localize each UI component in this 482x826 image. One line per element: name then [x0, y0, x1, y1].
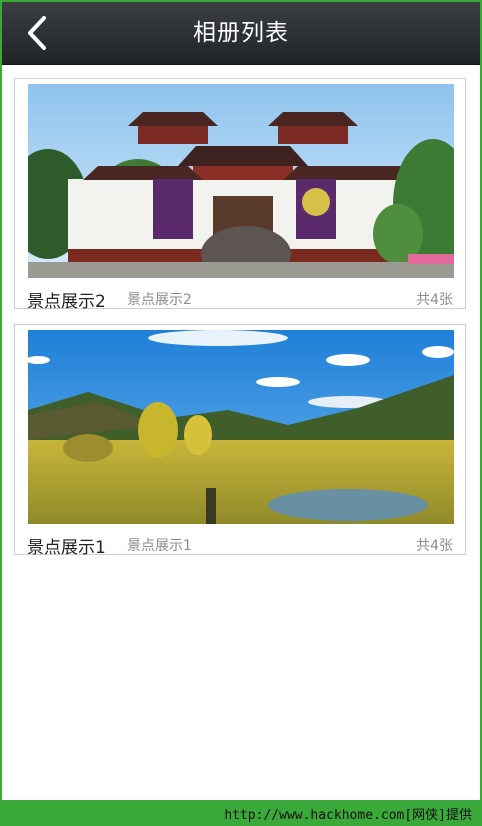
album-description: 景点展示1 [127, 538, 192, 554]
album-name: 景点展示1 [27, 538, 106, 558]
album-card[interactable]: 景点展示2 景点展示2 共4张 [14, 78, 466, 312]
top-bar: 相册列表 [2, 2, 480, 65]
app-screen: 相册列表 景点展示2 景点展示2 共4张 景点展示1 景点展示1 共4张 [2, 2, 480, 800]
photo-count: 共4张 [416, 538, 453, 554]
page-title: 相册列表 [193, 20, 289, 46]
album-description: 景点展示2 [127, 292, 192, 308]
album-card[interactable]: 景点展示1 景点展示1 共4张 [14, 324, 466, 558]
footer-bar: http://www.hackhome.com[网侠]提供 [0, 800, 482, 826]
album-cover-image [28, 330, 454, 524]
album-name: 景点展示2 [27, 292, 106, 312]
photo-count: 共4张 [416, 292, 453, 308]
watermark-text: http://www.hackhome.com[网侠]提供 [224, 808, 472, 823]
album-cover-image [28, 84, 454, 278]
